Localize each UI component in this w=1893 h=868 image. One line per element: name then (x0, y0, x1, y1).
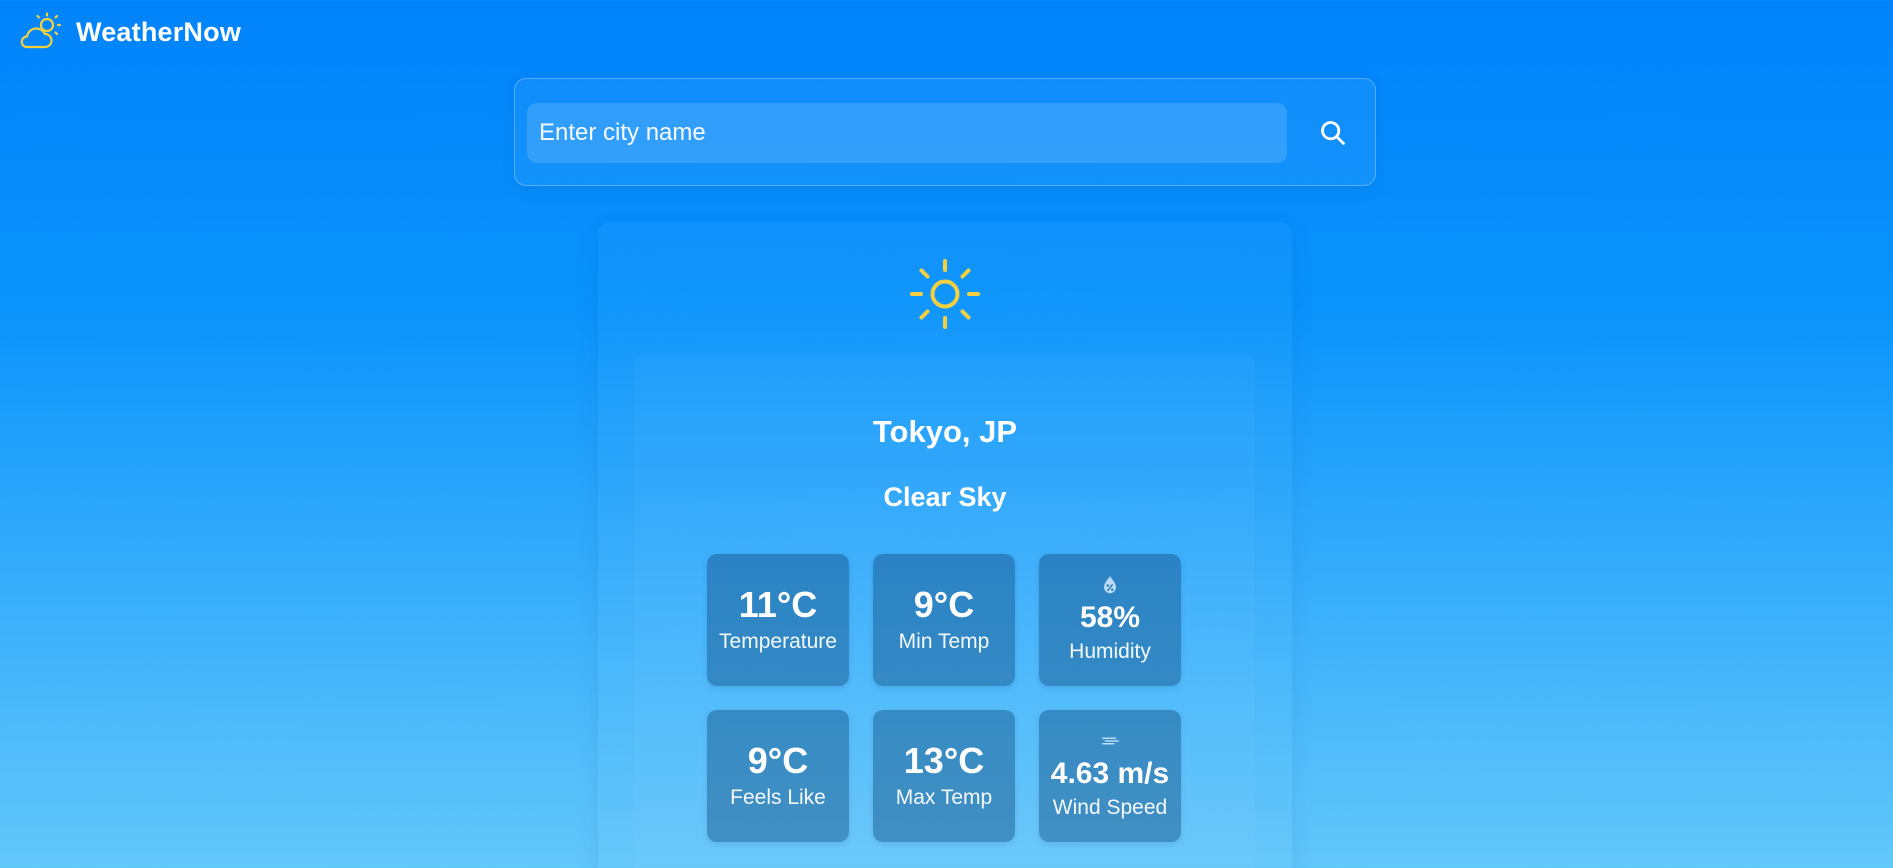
wind-speed-label: Wind Speed (1052, 796, 1168, 819)
search-icon (1321, 121, 1345, 145)
sun-icon (910, 259, 980, 329)
cloud-sun-icon (20, 12, 62, 49)
temperature-value: 11°C (738, 584, 818, 625)
weather-stats-grid: 11°C Temperature 9°C Min Temp 58% Humidi… (707, 554, 1183, 842)
wind-icon (1101, 737, 1119, 745)
humidity-card: 58% Humidity (1039, 554, 1181, 686)
min-temp-label: Min Temp (898, 630, 990, 653)
humidity-drop-icon (1104, 576, 1116, 594)
city-name: Tokyo, JP (872, 414, 1018, 449)
humidity-label: Humidity (1069, 640, 1151, 663)
city-search-input[interactable] (527, 103, 1287, 163)
weather-condition: Clear Sky (883, 482, 1007, 512)
feels-like-label: Feels Like (730, 786, 826, 809)
feels-like-card: 9°C Feels Like (707, 710, 849, 842)
search-panel (514, 78, 1376, 186)
min-temp-value: 9°C (913, 584, 975, 625)
temperature-card: 11°C Temperature (707, 554, 849, 686)
wind-speed-card: 4.63 m/s Wind Speed (1039, 710, 1181, 842)
app-name: WeatherNow (76, 16, 242, 47)
feels-like-value: 9°C (747, 740, 809, 781)
max-temp-card: 13°C Max Temp (873, 710, 1015, 842)
max-temp-label: Max Temp (895, 786, 993, 809)
temperature-label: Temperature (719, 630, 837, 653)
max-temp-value: 13°C (903, 740, 985, 781)
min-temp-card: 9°C Min Temp (873, 554, 1015, 686)
brand[interactable]: WeatherNow (18, 12, 241, 50)
weather-details: Tokyo, JP Clear Sky 11°C Temperature 9°C… (635, 354, 1255, 868)
weather-card: Tokyo, JP Clear Sky 11°C Temperature 9°C… (598, 222, 1292, 868)
wind-speed-value: 4.63 m/s (1050, 757, 1170, 790)
humidity-value: 58% (1079, 601, 1141, 634)
search-button[interactable] (1303, 103, 1363, 163)
